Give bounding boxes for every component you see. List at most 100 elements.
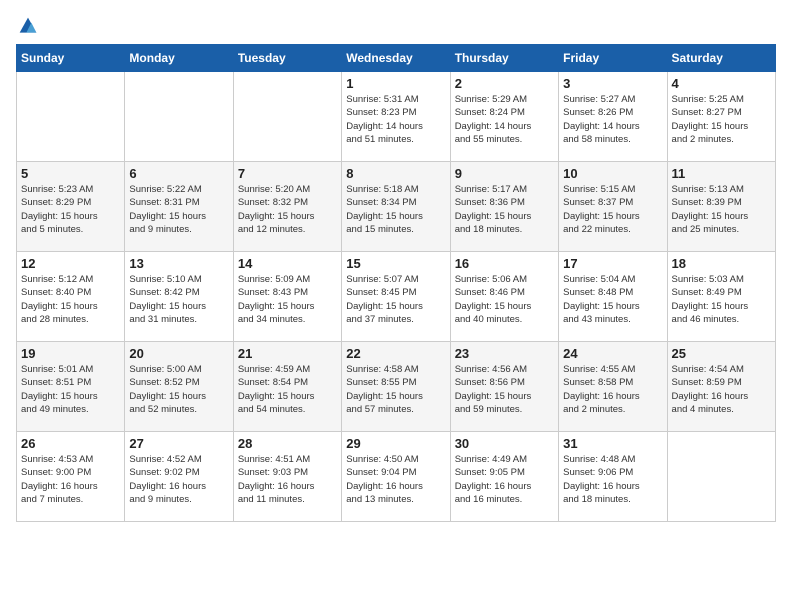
calendar-cell: 22 Sunrise: 4:58 AMSunset: 8:55 PMDayligh… [342,342,450,432]
day-info: Sunrise: 5:20 AMSunset: 8:32 PMDaylight:… [238,183,337,236]
day-number: 20 [129,346,228,361]
day-info: Sunrise: 4:48 AMSunset: 9:06 PMDaylight:… [563,453,662,506]
day-info: Sunrise: 5:04 AMSunset: 8:48 PMDaylight:… [563,273,662,326]
header-day-sunday: Sunday [17,45,125,72]
calendar-cell: 7Sunrise: 5:20 AMSunset: 8:32 PMDaylight… [233,162,341,252]
day-number: 31 [563,436,662,451]
calendar-cell: 12 Sunrise: 5:12 AMSunset: 8:40 PMDayligh… [17,252,125,342]
calendar-cell [667,432,775,522]
calendar-cell: 18 Sunrise: 5:03 AMSunset: 8:49 PMDayligh… [667,252,775,342]
day-info: Sunrise: 5:03 AMSunset: 8:49 PMDaylight:… [672,273,771,326]
day-info: Sunrise: 5:15 AMSunset: 8:37 PMDaylight:… [563,183,662,236]
day-info: Sunrise: 4:50 AMSunset: 9:04 PMDaylight:… [346,453,445,506]
day-number: 4 [672,76,771,91]
day-info: Sunrise: 5:00 AMSunset: 8:52 PMDaylight:… [129,363,228,416]
calendar-cell: 3 Sunrise: 5:27 AMSunset: 8:26 PMDaylight… [559,72,667,162]
day-number: 24 [563,346,662,361]
calendar-cell: 1 Sunrise: 5:31 AMSunset: 8:23 PMDaylight… [342,72,450,162]
calendar-cell [233,72,341,162]
calendar-table: SundayMondayTuesdayWednesdayThursdayFrid… [16,44,776,522]
day-info: Sunrise: 5:07 AMSunset: 8:45 PMDaylight:… [346,273,445,326]
calendar-cell: 11 Sunrise: 5:13 AMSunset: 8:39 PMDayligh… [667,162,775,252]
header-day-saturday: Saturday [667,45,775,72]
header-day-wednesday: Wednesday [342,45,450,72]
day-info: Sunrise: 5:09 AMSunset: 8:43 PMDaylight:… [238,273,337,326]
day-number: 18 [672,256,771,271]
day-info: Sunrise: 5:12 AMSunset: 8:40 PMDaylight:… [21,273,120,326]
week-row-1: 5 Sunrise: 5:23 AMSunset: 8:29 PMDaylight… [17,162,776,252]
day-info: Sunrise: 5:10 AMSunset: 8:42 PMDaylight:… [129,273,228,326]
calendar-cell: 17 Sunrise: 5:04 AMSunset: 8:48 PMDayligh… [559,252,667,342]
day-info: Sunrise: 5:31 AMSunset: 8:23 PMDaylight:… [346,93,445,146]
day-number: 16 [455,256,554,271]
calendar-cell: 21 Sunrise: 4:59 AMSunset: 8:54 PMDayligh… [233,342,341,432]
day-number: 5 [21,166,120,181]
day-number: 2 [455,76,554,91]
calendar-cell: 6 Sunrise: 5:22 AMSunset: 8:31 PMDaylight… [125,162,233,252]
week-row-3: 19Sunrise: 5:01 AMSunset: 8:51 PMDayligh… [17,342,776,432]
day-number: 23 [455,346,554,361]
calendar-cell: 30 Sunrise: 4:49 AMSunset: 9:05 PMDayligh… [450,432,558,522]
calendar-cell: 25Sunrise: 4:54 AMSunset: 8:59 PMDayligh… [667,342,775,432]
day-number: 14 [238,256,337,271]
day-info: Sunrise: 5:23 AMSunset: 8:29 PMDaylight:… [21,183,120,236]
calendar-cell: 26 Sunrise: 4:53 AMSunset: 9:00 PMDayligh… [17,432,125,522]
calendar-cell: 14 Sunrise: 5:09 AMSunset: 8:43 PMDayligh… [233,252,341,342]
day-number: 19 [21,346,120,361]
header-day-tuesday: Tuesday [233,45,341,72]
day-info: Sunrise: 5:22 AMSunset: 8:31 PMDaylight:… [129,183,228,236]
day-number: 13 [129,256,228,271]
day-number: 26 [21,436,120,451]
day-info: Sunrise: 4:55 AMSunset: 8:58 PMDaylight:… [563,363,662,416]
calendar-cell: 9Sunrise: 5:17 AMSunset: 8:36 PMDaylight… [450,162,558,252]
day-info: Sunrise: 4:51 AMSunset: 9:03 PMDaylight:… [238,453,337,506]
day-info: Sunrise: 4:58 AMSunset: 8:55 PMDaylight:… [346,363,445,416]
day-number: 11 [672,166,771,181]
day-number: 28 [238,436,337,451]
day-number: 15 [346,256,445,271]
day-number: 29 [346,436,445,451]
calendar-cell: 4 Sunrise: 5:25 AMSunset: 8:27 PMDaylight… [667,72,775,162]
day-number: 27 [129,436,228,451]
day-number: 8 [346,166,445,181]
day-number: 30 [455,436,554,451]
calendar-cell: 29 Sunrise: 4:50 AMSunset: 9:04 PMDayligh… [342,432,450,522]
day-number: 3 [563,76,662,91]
header-row: SundayMondayTuesdayWednesdayThursdayFrid… [17,45,776,72]
day-info: Sunrise: 4:49 AMSunset: 9:05 PMDaylight:… [455,453,554,506]
calendar-cell [125,72,233,162]
week-row-0: 1 Sunrise: 5:31 AMSunset: 8:23 PMDaylight… [17,72,776,162]
day-number: 12 [21,256,120,271]
day-info: Sunrise: 5:18 AMSunset: 8:34 PMDaylight:… [346,183,445,236]
day-info: Sunrise: 4:59 AMSunset: 8:54 PMDaylight:… [238,363,337,416]
calendar-cell: 15 Sunrise: 5:07 AMSunset: 8:45 PMDayligh… [342,252,450,342]
day-info: Sunrise: 4:53 AMSunset: 9:00 PMDaylight:… [21,453,120,506]
calendar-cell [17,72,125,162]
day-number: 17 [563,256,662,271]
day-number: 22 [346,346,445,361]
day-number: 1 [346,76,445,91]
day-info: Sunrise: 4:56 AMSunset: 8:56 PMDaylight:… [455,363,554,416]
day-info: Sunrise: 5:06 AMSunset: 8:46 PMDaylight:… [455,273,554,326]
header-day-friday: Friday [559,45,667,72]
calendar-cell: 23 Sunrise: 4:56 AMSunset: 8:56 PMDayligh… [450,342,558,432]
logo-icon [18,16,38,36]
calendar-cell: 27 Sunrise: 4:52 AMSunset: 9:02 PMDayligh… [125,432,233,522]
week-row-2: 12 Sunrise: 5:12 AMSunset: 8:40 PMDayligh… [17,252,776,342]
calendar-cell: 28 Sunrise: 4:51 AMSunset: 9:03 PMDayligh… [233,432,341,522]
page-header [16,16,776,36]
calendar-cell: 5 Sunrise: 5:23 AMSunset: 8:29 PMDaylight… [17,162,125,252]
day-number: 6 [129,166,228,181]
day-info: Sunrise: 5:29 AMSunset: 8:24 PMDaylight:… [455,93,554,146]
day-info: Sunrise: 5:17 AMSunset: 8:36 PMDaylight:… [455,183,554,236]
day-info: Sunrise: 5:27 AMSunset: 8:26 PMDaylight:… [563,93,662,146]
day-info: Sunrise: 4:52 AMSunset: 9:02 PMDaylight:… [129,453,228,506]
day-info: Sunrise: 5:13 AMSunset: 8:39 PMDaylight:… [672,183,771,236]
calendar-cell: 8 Sunrise: 5:18 AMSunset: 8:34 PMDaylight… [342,162,450,252]
calendar-cell: 2 Sunrise: 5:29 AMSunset: 8:24 PMDaylight… [450,72,558,162]
day-number: 21 [238,346,337,361]
day-info: Sunrise: 5:25 AMSunset: 8:27 PMDaylight:… [672,93,771,146]
calendar-cell: 16 Sunrise: 5:06 AMSunset: 8:46 PMDayligh… [450,252,558,342]
calendar-cell: 24 Sunrise: 4:55 AMSunset: 8:58 PMDayligh… [559,342,667,432]
logo [16,16,38,36]
